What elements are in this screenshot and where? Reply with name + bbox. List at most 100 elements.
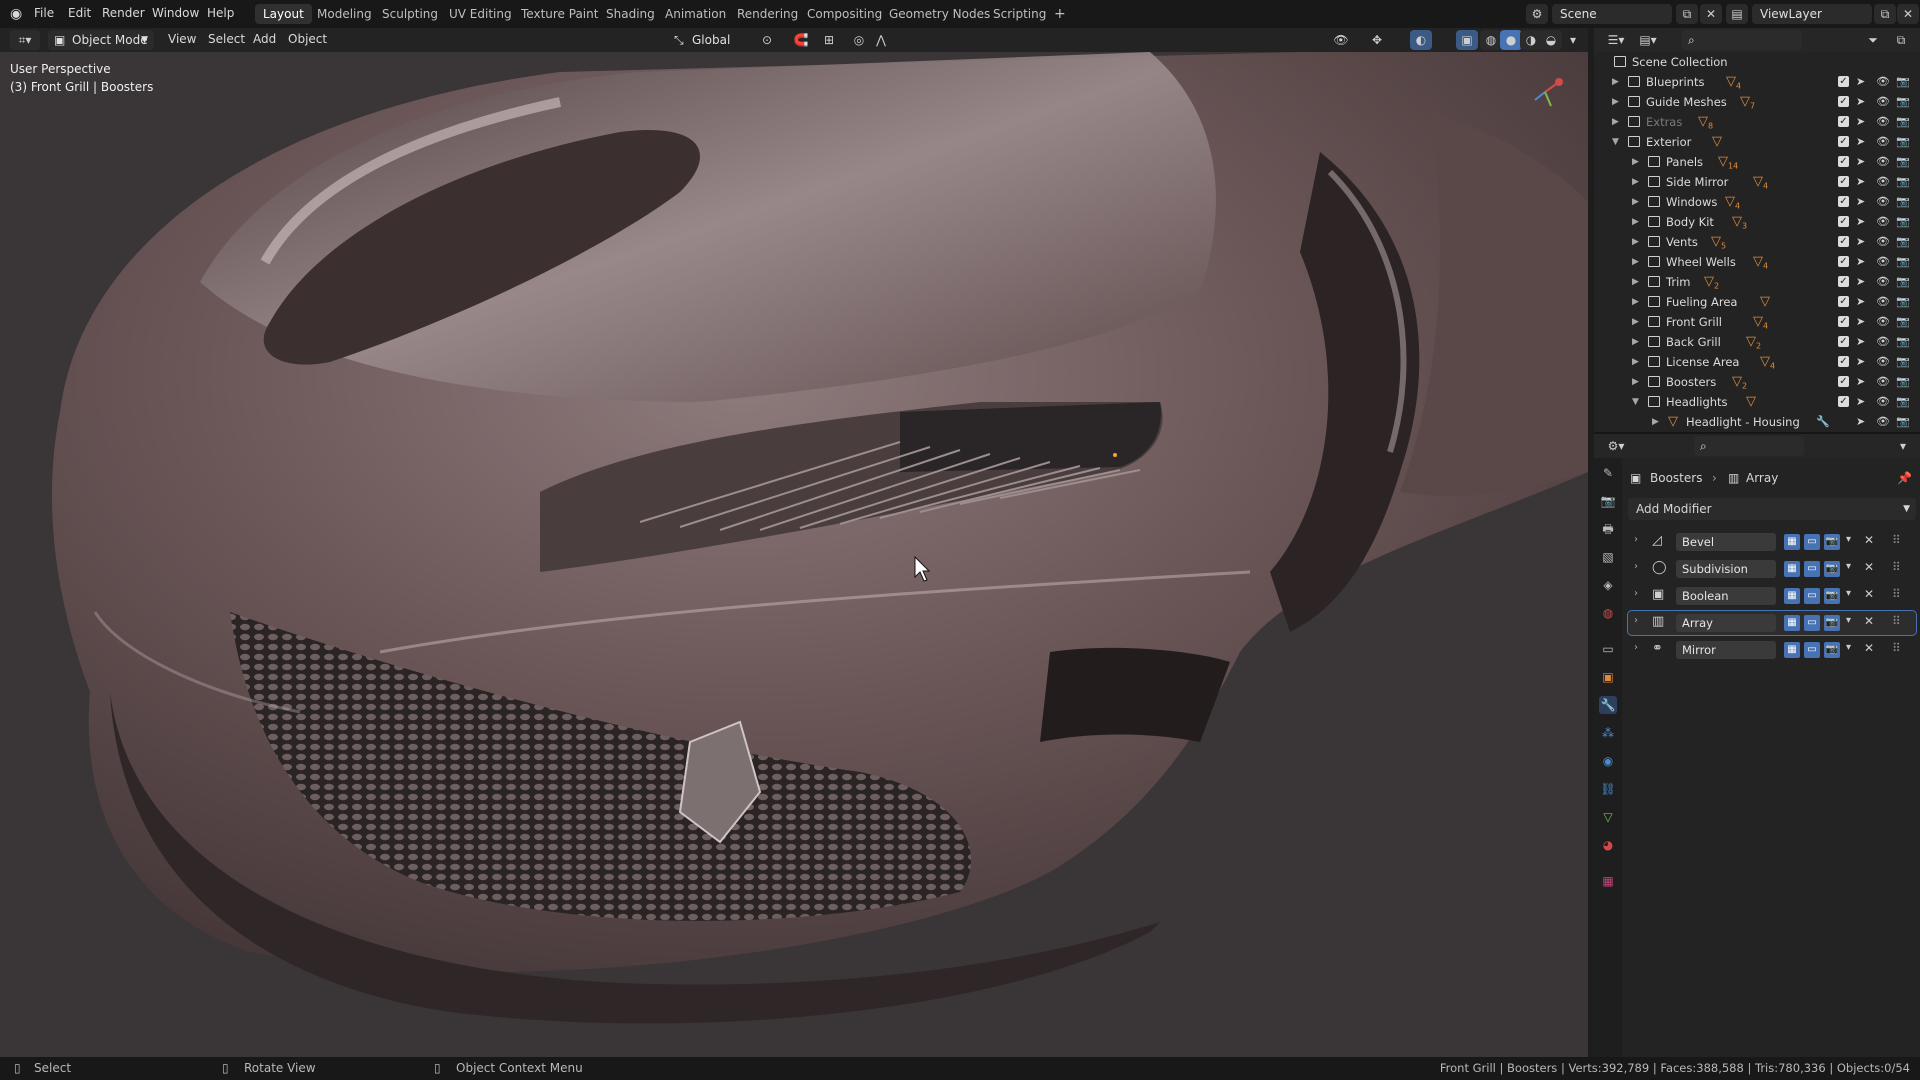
expand-triangle-icon[interactable]: ▶	[1632, 352, 1639, 372]
exclude-checkbox[interactable]: ✓	[1838, 156, 1849, 167]
visibility-eye-icon[interactable]: 👁	[1876, 312, 1890, 332]
editmode-toggle-icon[interactable]: ▦	[1784, 561, 1800, 577]
outliner-row[interactable]: ▶ Vents ▽5 ✓ ➤ 👁 📷	[1594, 232, 1920, 252]
particles-tab-icon[interactable]: ⁂	[1599, 724, 1617, 742]
modifier-menu-icon[interactable]: ▾	[1846, 561, 1851, 572]
tab-scripting[interactable]: Scripting	[985, 4, 1054, 24]
expand-triangle-icon[interactable]: ▶	[1632, 232, 1639, 252]
menu-render[interactable]: Render	[102, 6, 145, 20]
editmode-toggle-icon[interactable]: ▦	[1784, 615, 1800, 631]
expand-triangle-icon[interactable]: ▶	[1632, 192, 1639, 212]
properties-options-icon[interactable]: ▾	[1892, 436, 1914, 456]
tab-uv-editing[interactable]: UV Editing	[441, 4, 520, 24]
render-camera-icon[interactable]: 📷	[1896, 292, 1910, 312]
viewport-toggle-icon[interactable]: ▭	[1804, 588, 1820, 604]
material-shading-icon[interactable]: ◑	[1520, 30, 1542, 50]
expand-triangle-icon[interactable]: ▶	[1632, 252, 1639, 272]
remove-modifier-icon[interactable]: ✕	[1864, 614, 1874, 628]
xray-toggle-icon[interactable]: ▣	[1456, 30, 1478, 50]
view-layer-browse-icon[interactable]: ▤	[1726, 4, 1748, 24]
modifier-name-field[interactable]: Boolean	[1676, 587, 1776, 605]
shading-options-icon[interactable]: ▾	[1562, 30, 1584, 50]
constraints-tab-icon[interactable]: ⛓	[1599, 780, 1617, 798]
selectable-toggle-icon[interactable]: ➤	[1856, 152, 1865, 172]
filter-icon[interactable]: ⏷	[1862, 30, 1884, 50]
wireframe-shading-icon[interactable]: ◍	[1480, 30, 1502, 50]
render-toggle-icon[interactable]: 📷	[1824, 534, 1840, 550]
viewport-menu-select[interactable]: Select	[208, 32, 245, 46]
viewport-toggle-icon[interactable]: ▭	[1804, 561, 1820, 577]
modifier-tab-icon[interactable]: 🔧	[1599, 696, 1617, 714]
expand-triangle-icon[interactable]: ▶	[1632, 332, 1639, 352]
tab-geometry-nodes[interactable]: Geometry Nodes	[881, 4, 998, 24]
render-camera-icon[interactable]: 📷	[1896, 352, 1910, 372]
exclude-checkbox[interactable]: ✓	[1838, 296, 1849, 307]
visibility-eye-icon[interactable]: 👁	[1876, 332, 1890, 352]
remove-modifier-icon[interactable]: ✕	[1864, 641, 1874, 655]
exclude-checkbox[interactable]: ✓	[1838, 256, 1849, 267]
material-tab-icon[interactable]: ◕	[1599, 836, 1617, 854]
falloff-icon[interactable]: ⋀	[870, 30, 892, 50]
new-view-layer-icon[interactable]: ⧉	[1874, 4, 1896, 24]
tab-sculpting[interactable]: Sculpting	[374, 4, 446, 24]
render-camera-icon[interactable]: 📷	[1896, 412, 1910, 432]
render-camera-icon[interactable]: 📷	[1896, 152, 1910, 172]
output-tab-icon[interactable]: 🖶	[1599, 520, 1617, 538]
view-layer-field[interactable]: ViewLayer	[1752, 4, 1872, 24]
add-modifier-button[interactable]: Add Modifier ▼	[1628, 498, 1916, 520]
world-tab-icon[interactable]: ◍	[1599, 604, 1617, 622]
tab-layout[interactable]: Layout	[255, 4, 312, 24]
properties-editor-type-icon[interactable]: ⚙▾	[1602, 436, 1630, 456]
render-camera-icon[interactable]: 📷	[1896, 232, 1910, 252]
exclude-checkbox[interactable]: ✓	[1838, 136, 1849, 147]
render-toggle-icon[interactable]: 📷	[1824, 588, 1840, 604]
visibility-eye-icon[interactable]: 👁	[1876, 172, 1890, 192]
exclude-checkbox[interactable]: ✓	[1838, 216, 1849, 227]
outliner-row[interactable]: ▶ Panels ▽14 ✓ ➤ 👁 📷	[1594, 152, 1920, 172]
render-toggle-icon[interactable]: 📷	[1824, 561, 1840, 577]
tab-rendering[interactable]: Rendering	[729, 4, 806, 24]
data-tab-icon[interactable]: ▽	[1599, 808, 1617, 826]
expand-triangle-icon[interactable]: ▶	[1632, 212, 1639, 232]
editmode-toggle-icon[interactable]: ▦	[1784, 534, 1800, 550]
exclude-checkbox[interactable]: ✓	[1838, 356, 1849, 367]
render-tab-icon[interactable]: 📷	[1599, 492, 1617, 510]
outliner-row[interactable]: ▶ Wheel Wells ▽4 ✓ ➤ 👁 📷	[1594, 252, 1920, 272]
viewport-menu-add[interactable]: Add	[253, 32, 276, 46]
selectable-toggle-icon[interactable]: ➤	[1856, 372, 1865, 392]
exclude-checkbox[interactable]: ✓	[1838, 76, 1849, 87]
menu-help[interactable]: Help	[207, 6, 234, 20]
editor-type-icon[interactable]: ⌗▾	[10, 30, 40, 50]
collapse-triangle-icon[interactable]: ▼	[1612, 132, 1619, 152]
tool-tab-icon[interactable]: ✎	[1599, 464, 1617, 482]
outliner-row[interactable]: ▼ Headlights ▽ ✓ ➤ 👁 📷	[1594, 392, 1920, 412]
outliner-row[interactable]: ▼ Exterior ▽ ✓ ➤ 👁 📷	[1594, 132, 1920, 152]
menu-edit[interactable]: Edit	[68, 6, 91, 20]
new-scene-icon[interactable]: ⧉	[1676, 4, 1698, 24]
selectable-toggle-icon[interactable]: ➤	[1856, 72, 1865, 92]
editmode-toggle-icon[interactable]: ▦	[1784, 642, 1800, 658]
solid-shading-icon[interactable]: ●	[1500, 30, 1522, 50]
selectable-toggle-icon[interactable]: ➤	[1856, 252, 1865, 272]
tab-animation[interactable]: Animation	[657, 4, 734, 24]
3d-viewport[interactable]: User Perspective (3) Front Grill | Boost…	[0, 52, 1588, 1057]
object-tab-icon[interactable]: ▣	[1599, 668, 1617, 686]
tab-texture-paint[interactable]: Texture Paint	[513, 4, 606, 24]
selectable-toggle-icon[interactable]: ➤	[1856, 112, 1865, 132]
modifier-menu-icon[interactable]: ▾	[1846, 534, 1851, 545]
render-camera-icon[interactable]: 📷	[1896, 372, 1910, 392]
visibility-eye-icon[interactable]: 👁	[1876, 392, 1890, 412]
modifier-menu-icon[interactable]: ▾	[1846, 588, 1851, 599]
selectable-toggle-icon[interactable]: ➤	[1856, 312, 1865, 332]
outliner-search-input[interactable]: ⌕	[1682, 30, 1802, 50]
selectable-toggle-icon[interactable]: ➤	[1856, 192, 1865, 212]
blender-logo-icon[interactable]: ◉	[10, 6, 22, 22]
visibility-filter-icon[interactable]: 👁	[1330, 30, 1352, 50]
menu-window[interactable]: Window	[152, 6, 199, 20]
overlay-toggle-icon[interactable]: ◐	[1410, 30, 1432, 50]
scene-tab-icon[interactable]: ◈	[1599, 576, 1617, 594]
modifier-name-field[interactable]: Array	[1676, 614, 1776, 632]
expand-triangle-icon[interactable]: ▶	[1612, 72, 1619, 92]
outliner-row[interactable]: ▶ Guide Meshes ▽7 ✓ ➤ 👁 📷	[1594, 92, 1920, 112]
expand-triangle-icon[interactable]: ▶	[1632, 272, 1639, 292]
